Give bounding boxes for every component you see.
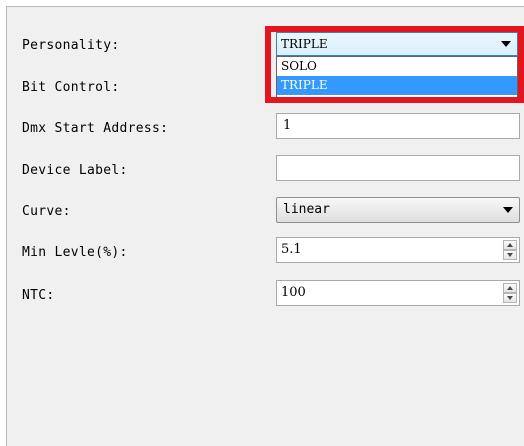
min-level-value: 5.1	[281, 242, 302, 257]
ntc-label: NTC:	[22, 288, 55, 303]
spin-down-icon[interactable]	[503, 250, 517, 260]
curve-value: linear	[283, 202, 330, 217]
chevron-down-icon[interactable]	[503, 207, 513, 213]
spin-up-icon[interactable]	[503, 240, 517, 250]
curve-label: Curve:	[22, 204, 71, 219]
spin-up-icon[interactable]	[503, 283, 517, 293]
spin-down-icon[interactable]	[503, 293, 517, 303]
personality-label: Personality:	[22, 38, 120, 53]
min-level-spinbox[interactable]: 5.1	[276, 237, 520, 263]
device-label-input[interactable]	[276, 155, 520, 181]
bit-control-label: Bit Control:	[22, 80, 120, 95]
highlight-box	[265, 26, 524, 103]
min-level-label: Min Levle(%):	[22, 245, 128, 260]
ntc-value: 100	[281, 285, 306, 300]
dmx-start-address-label: Dmx Start Address:	[22, 121, 169, 136]
curve-select[interactable]: linear	[276, 197, 520, 223]
dmx-start-address-input[interactable]: 1	[276, 113, 520, 139]
device-label-label: Device Label:	[22, 163, 128, 178]
ntc-spinbox[interactable]: 100	[276, 280, 520, 306]
